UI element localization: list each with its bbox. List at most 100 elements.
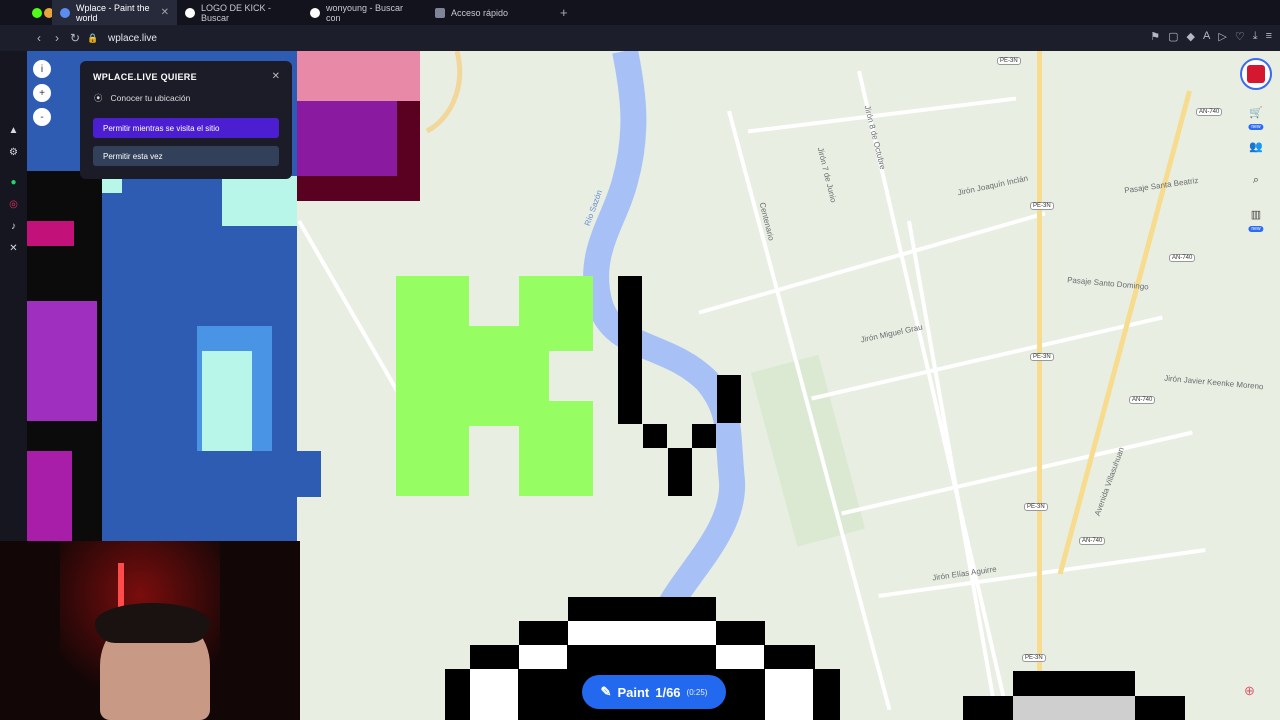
pixel-art-block — [716, 645, 764, 669]
wplace-icon — [60, 7, 70, 18]
pixel-art-block — [470, 669, 518, 720]
tab-kick-search[interactable]: LOGO DE KICK - Buscar — [177, 0, 302, 25]
zoom-out-button[interactable]: - — [33, 108, 51, 126]
cart-icon: 🛒 — [1249, 106, 1263, 119]
route-shield: PE-3N — [1022, 654, 1046, 662]
pinned-tab[interactable] — [40, 0, 54, 25]
extension-icon[interactable]: ◆ — [1187, 30, 1195, 43]
address-bar: ‹ › ↻ 🔒 wplace.live ⚑ ▢ ◆ A ▷ ♡ ⤓ ≡ — [0, 25, 1280, 51]
locate-icon[interactable]: ⊕ — [1244, 683, 1255, 699]
allow-while-visiting-button[interactable]: Permitir mientras se visita el sitio — [93, 118, 279, 138]
route-shield: PE-3N — [997, 57, 1021, 65]
pixel-art-block — [643, 424, 667, 448]
tab-wplace[interactable]: Wplace - Paint the world ✕ — [52, 0, 177, 25]
tab-label: Wplace - Paint the world — [76, 2, 150, 23]
x-icon[interactable]: ✕ — [0, 237, 27, 259]
popup-request-text: Conocer tu ubicación — [110, 93, 191, 103]
zoom-in-button[interactable]: + — [33, 84, 51, 102]
instagram-icon[interactable]: ◎ — [0, 193, 27, 215]
paint-label: Paint — [617, 684, 650, 700]
pixel-art-block — [27, 221, 74, 246]
tab-label: LOGO DE KICK - Buscar — [201, 2, 272, 23]
location-permission-popup: WPLACE.LIVE QUIERE ✕ ⦿ Conocer tu ubicaci… — [80, 61, 292, 179]
browser-toolbar: ⚑ ▢ ◆ A ▷ ♡ ⤓ ≡ — [1150, 30, 1272, 43]
search-icon: ⌕ — [1252, 173, 1260, 186]
pixel-art-block — [222, 176, 297, 226]
pixel-art-block — [519, 645, 567, 669]
pixel-art-block — [202, 351, 252, 451]
close-icon[interactable]: ✕ — [272, 71, 280, 82]
close-icon[interactable]: ✕ — [161, 7, 169, 18]
bookmark-icon[interactable]: ⚑ — [1150, 30, 1160, 43]
pixel-art-block — [1013, 696, 1135, 720]
heart-icon[interactable]: ♡ — [1235, 30, 1245, 43]
avatar — [1247, 65, 1265, 83]
new-badge: new — [1248, 226, 1264, 232]
screenshot-icon[interactable]: ▢ — [1168, 30, 1178, 43]
route-shield: AN-740 — [1169, 254, 1196, 262]
download-icon[interactable]: ⤓ — [1253, 30, 1258, 43]
minus-icon: - — [40, 111, 44, 123]
tab-wonyoung-search[interactable]: wonyoung - Buscar con — [302, 0, 427, 25]
allow-once-button[interactable]: Permitir esta vez — [93, 146, 279, 166]
leaderboard-button[interactable]: ▥ new — [1244, 202, 1268, 232]
kick-logo-pixel — [396, 276, 469, 496]
paint-count: 1/66 — [655, 684, 681, 700]
ai-icon[interactable]: ▲ — [0, 119, 27, 141]
right-toolbar: 🛒 new 👥 ⌕ ▥ new — [1240, 58, 1272, 232]
kick-logo-pixel — [519, 276, 593, 351]
whatsapp-icon[interactable]: ● — [0, 171, 27, 193]
play-icon[interactable]: ▷ — [1218, 30, 1226, 43]
tiktok-icon[interactable]: ♪ — [0, 215, 27, 237]
paint-timer: (0:25) — [686, 687, 708, 697]
leaderboard-icon: ▥ — [1250, 208, 1262, 221]
alliance-button[interactable]: 👥 — [1244, 134, 1268, 158]
new-tab-button[interactable]: + — [552, 5, 576, 20]
map-controls: i + - — [33, 60, 51, 126]
route-shield: PE-3N — [1030, 353, 1054, 361]
highway — [1037, 51, 1042, 720]
google-icon — [310, 7, 320, 18]
route-shield: AN-740 — [1129, 396, 1156, 404]
search-location-button[interactable]: ⌕ — [1244, 168, 1268, 192]
webcam-hair — [95, 603, 210, 643]
tab-label: Acceso rápido — [451, 7, 509, 18]
browser-menu-icon[interactable] — [0, 0, 28, 25]
location-pin-icon: ⦿ — [94, 93, 103, 103]
lock-icon[interactable]: 🔒 — [84, 33, 102, 44]
brush-icon: ✎ — [600, 684, 612, 699]
back-icon[interactable]: ‹ — [30, 31, 48, 45]
users-icon: 👥 — [1249, 140, 1263, 153]
reload-icon[interactable]: ↻ — [66, 31, 84, 45]
route-shield: PE-3N — [1024, 503, 1048, 511]
paint-button[interactable]: ✎ Paint 1/66 (0:25) — [582, 675, 726, 709]
browser-tab-bar: Wplace - Paint the world ✕ LOGO DE KICK -… — [0, 0, 1280, 25]
pixel-art-block — [765, 669, 813, 720]
google-icon — [185, 7, 195, 18]
new-badge: new — [1248, 124, 1264, 130]
pixel-art-block — [568, 597, 716, 621]
pixel-art-block — [668, 448, 692, 496]
route-shield: PE-3N — [1030, 202, 1054, 210]
url-field[interactable]: wplace.live — [108, 33, 157, 44]
avatar-button[interactable] — [1240, 58, 1272, 90]
route-shield: AN-740 — [1079, 537, 1106, 545]
kick-logo-pixel — [519, 401, 593, 496]
pixel-art-block — [148, 451, 321, 497]
grid-icon — [435, 7, 445, 18]
menu-icon[interactable]: ≡ — [1266, 30, 1272, 43]
kick-pinned-tab[interactable] — [28, 0, 42, 25]
pixel-art-block — [27, 301, 97, 421]
info-button[interactable]: i — [33, 60, 51, 78]
tab-label: wonyoung - Buscar con — [326, 2, 404, 23]
chatgpt-icon[interactable]: ⚙ — [0, 141, 27, 163]
pixel-art-block — [568, 621, 716, 645]
route-shield: AN-740 — [1196, 108, 1223, 116]
pixel-art-block — [297, 101, 397, 176]
forward-icon[interactable]: › — [48, 31, 66, 45]
store-button[interactable]: 🛒 new — [1244, 100, 1268, 130]
tab-quick-access[interactable]: Acceso rápido — [427, 0, 552, 25]
pixel-art-block — [618, 276, 642, 424]
translate-icon[interactable]: A — [1203, 30, 1210, 43]
plus-icon: + — [39, 87, 45, 99]
